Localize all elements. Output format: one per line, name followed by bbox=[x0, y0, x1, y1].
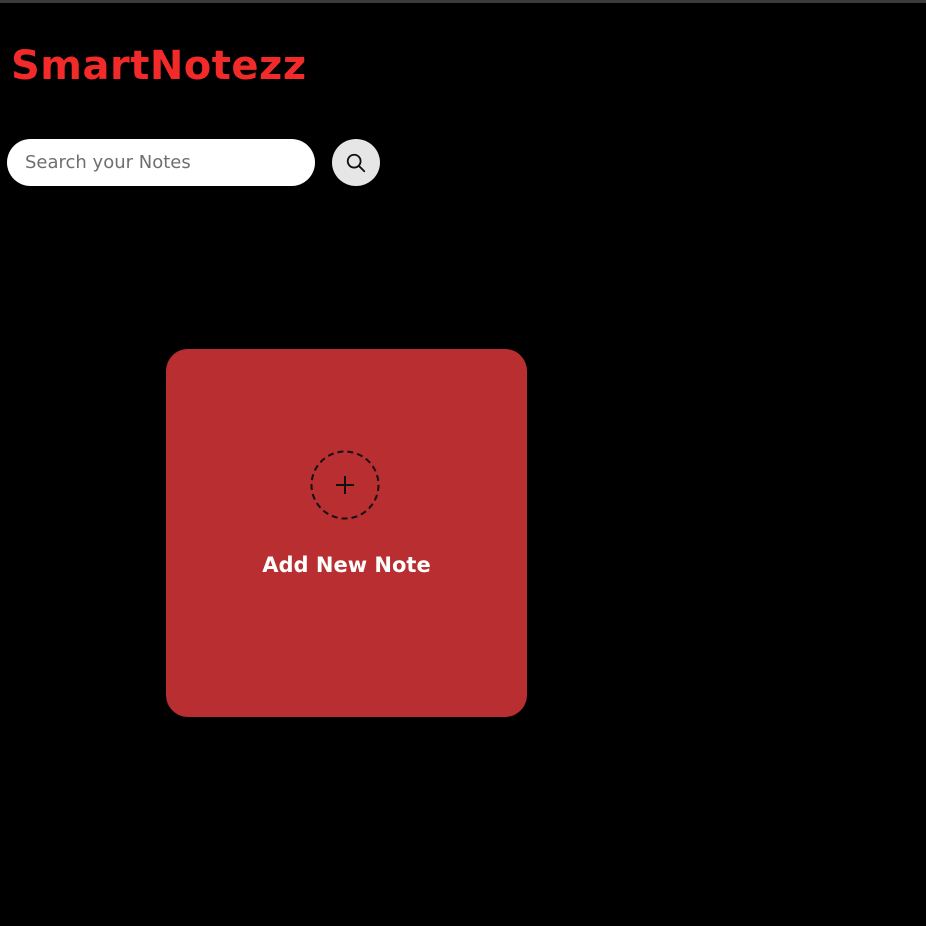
app-title: SmartNotezz bbox=[11, 43, 307, 89]
plus-icon bbox=[310, 450, 380, 520]
app-page: SmartNotezz Add New Note bbox=[0, 0, 926, 926]
search-input[interactable] bbox=[7, 139, 315, 186]
add-note-icon-circle bbox=[310, 450, 380, 520]
search-icon bbox=[346, 153, 366, 172]
window-top-border bbox=[0, 0, 926, 3]
add-new-note-card[interactable]: Add New Note bbox=[166, 349, 527, 717]
search-button[interactable] bbox=[332, 139, 380, 186]
add-new-note-label: Add New Note bbox=[262, 553, 431, 577]
